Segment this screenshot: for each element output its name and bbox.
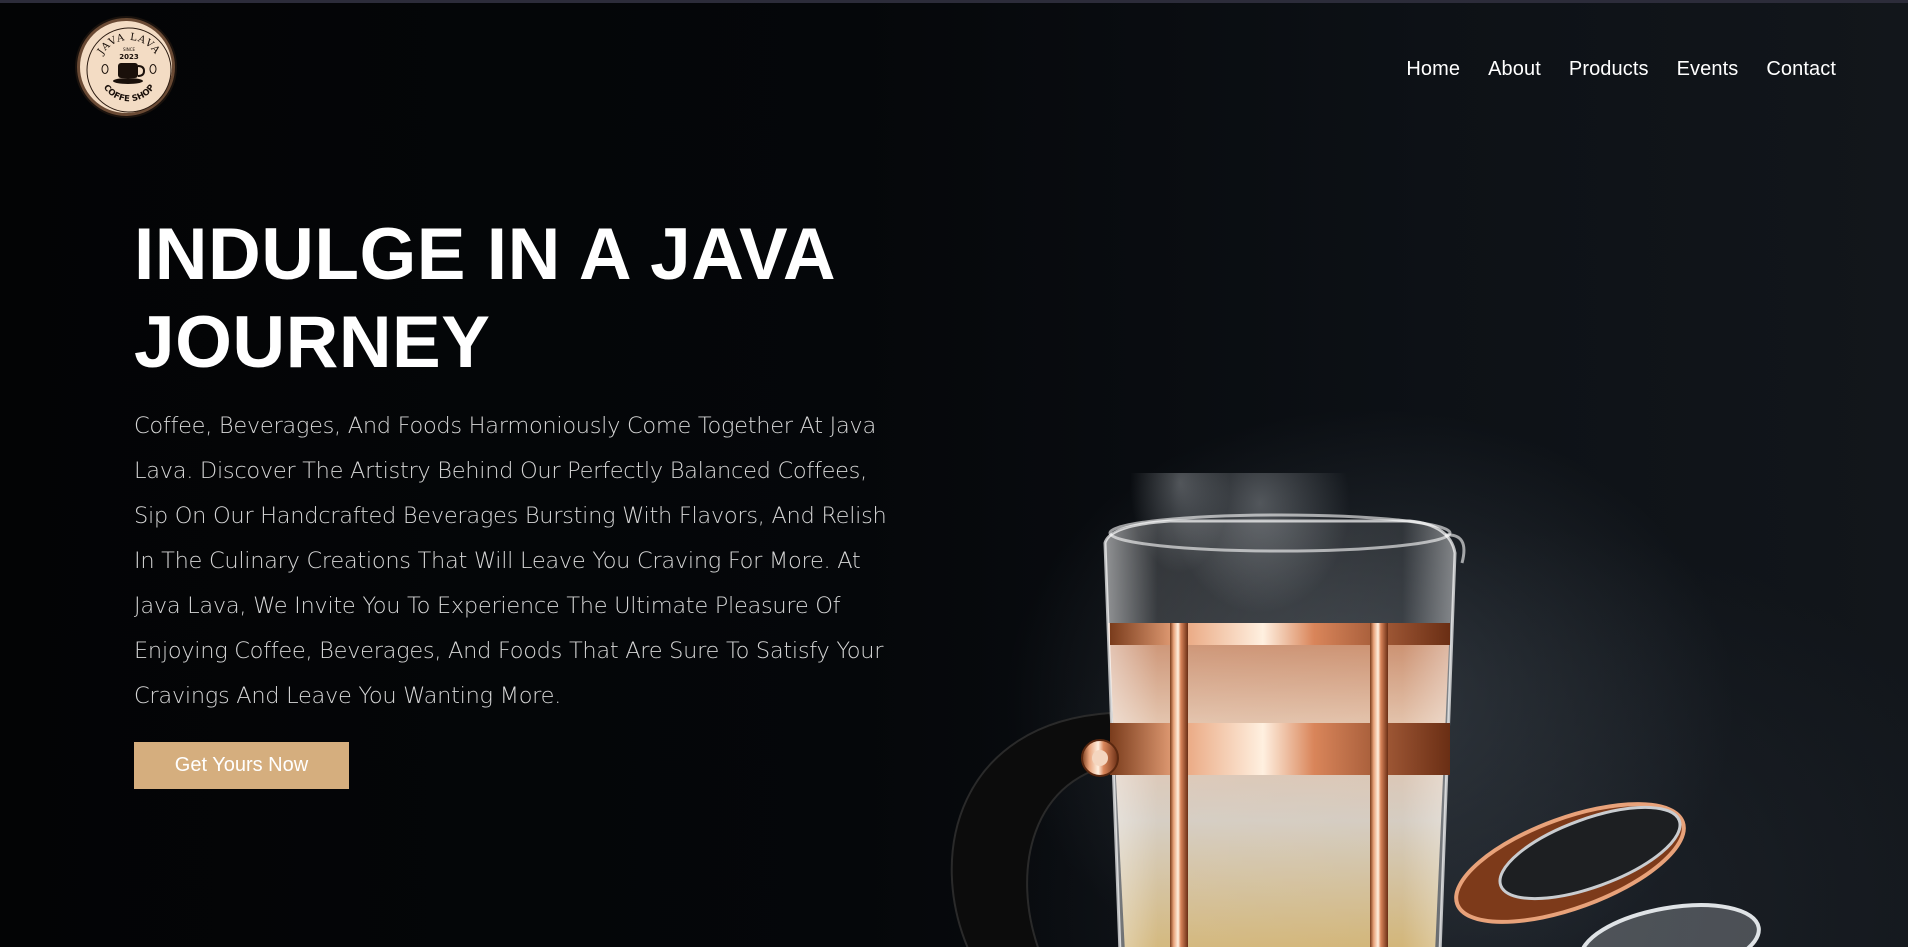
logo[interactable]: JAVA LAVA SINCE 2023 COFFE SHOP [77, 18, 175, 116]
main-nav: Home About Products Events Contact [1406, 58, 1836, 81]
get-yours-now-button[interactable]: Get Yours Now [134, 742, 349, 789]
coffee-cup-icon: JAVA LAVA SINCE 2023 COFFE SHOP [86, 27, 172, 113]
french-press-coffee-photo [950, 473, 1761, 947]
logo-since: SINCE [123, 47, 136, 52]
hero-section: JAVA LAVA SINCE 2023 COFFE SHOP Home Abo… [0, 3, 1908, 947]
logo-year: 2023 [119, 53, 139, 61]
nav-home[interactable]: Home [1406, 58, 1460, 81]
logo-text-bottom: COFFE SHOP [101, 83, 157, 105]
hero-description: Coffee, Beverages, And Foods Harmoniousl… [134, 413, 887, 709]
nav-contact[interactable]: Contact [1766, 58, 1836, 81]
nav-about[interactable]: About [1488, 58, 1541, 81]
hero-title: INDULGE IN A JAVA JOURNEY [134, 214, 834, 383]
svg-text:COFFE SHOP: COFFE SHOP [101, 83, 157, 105]
nav-events[interactable]: Events [1677, 58, 1739, 81]
nav-products[interactable]: Products [1569, 58, 1649, 81]
